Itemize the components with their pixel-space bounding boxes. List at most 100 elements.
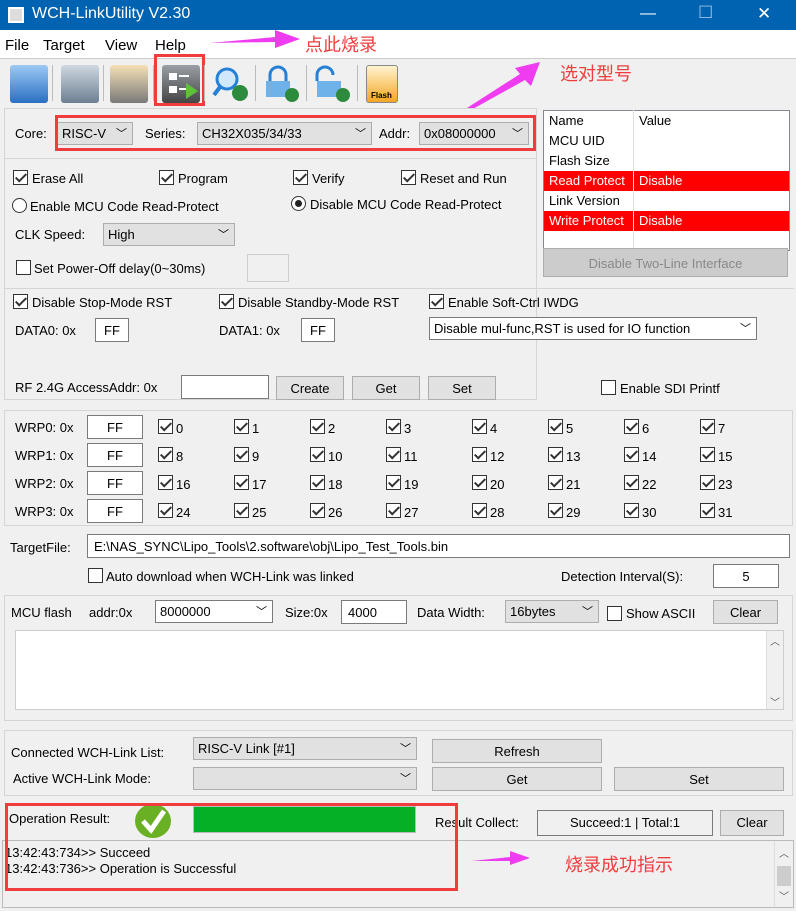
- wrp-sector-checkbox[interactable]: [548, 419, 563, 434]
- flash-size-input[interactable]: 4000: [341, 600, 407, 624]
- wrp-sector-checkbox[interactable]: [386, 475, 401, 490]
- wrp-sector-checkbox[interactable]: [548, 503, 563, 518]
- flash-addr-select[interactable]: 8000000 ﹀: [155, 600, 273, 623]
- rf-create-button[interactable]: Create: [276, 376, 344, 400]
- power-off-delay-input[interactable]: [247, 254, 289, 282]
- result-clear-button[interactable]: Clear: [720, 810, 784, 836]
- standby-rst-checkbox[interactable]: [219, 294, 234, 309]
- wrp-sector-checkbox[interactable]: [310, 475, 325, 490]
- wrp-input[interactable]: FF: [87, 443, 143, 467]
- wrp-sector-label: 3: [404, 421, 412, 436]
- log-scroll-thumb[interactable]: [777, 866, 791, 886]
- wrp-sector-checkbox[interactable]: [624, 475, 639, 490]
- wrp-sector-label: 10: [328, 449, 343, 464]
- show-ascii-checkbox[interactable]: [607, 606, 622, 621]
- wrp-sector-checkbox[interactable]: [472, 419, 487, 434]
- erase-all-label: Erase All: [32, 171, 84, 186]
- wrp-sector-checkbox[interactable]: [386, 447, 401, 462]
- interval-input[interactable]: 5: [713, 564, 779, 588]
- verify-checkbox[interactable]: [293, 170, 308, 185]
- rf-addr-input[interactable]: [181, 375, 269, 399]
- wrp-input[interactable]: FF: [87, 471, 143, 495]
- wrp-sector-checkbox[interactable]: [700, 447, 715, 462]
- rst-mode-select[interactable]: Disable mul-func,RST is used for IO func…: [429, 317, 757, 340]
- program-checkbox[interactable]: [159, 170, 174, 185]
- clk-speed-label: CLK Speed:: [15, 227, 86, 242]
- wrp-input[interactable]: FF: [87, 415, 143, 439]
- unlock-protect-icon[interactable]: [313, 65, 351, 103]
- wrp-input[interactable]: FF: [87, 499, 143, 523]
- minimize-button[interactable]: —: [640, 5, 656, 23]
- wrp-sector-checkbox[interactable]: [310, 419, 325, 434]
- wrp-sector-checkbox[interactable]: [234, 419, 249, 434]
- data0-input[interactable]: FF: [95, 318, 129, 342]
- wrp-sector-checkbox[interactable]: [700, 419, 715, 434]
- wrp-sector-label: 0: [176, 421, 184, 436]
- link-set-button[interactable]: Set: [614, 767, 784, 791]
- link-mode-select[interactable]: ﹀: [193, 767, 417, 790]
- auto-download-checkbox[interactable]: [88, 568, 103, 583]
- flash-clear-button[interactable]: Clear: [713, 600, 778, 624]
- read-chip-icon[interactable]: [110, 65, 148, 103]
- wrp-sector-checkbox[interactable]: [548, 447, 563, 462]
- wrp-sector-checkbox[interactable]: [386, 419, 401, 434]
- wrp-sector-checkbox[interactable]: [158, 475, 173, 490]
- wrp-sector-checkbox[interactable]: [158, 419, 173, 434]
- wrp-sector-label: 27: [404, 505, 419, 520]
- wrp-sector-checkbox[interactable]: [472, 447, 487, 462]
- clk-speed-select[interactable]: High ﹀: [103, 223, 235, 246]
- lock-protect-icon[interactable]: [262, 65, 300, 103]
- wrp-sector-checkbox[interactable]: [234, 503, 249, 518]
- wrp-sector-checkbox[interactable]: [310, 447, 325, 462]
- erase-all-checkbox[interactable]: [13, 170, 28, 185]
- reset-run-checkbox[interactable]: [401, 170, 416, 185]
- wrp-sector-checkbox[interactable]: [386, 503, 401, 518]
- target-config-icon[interactable]: [61, 65, 99, 103]
- wrp-sector-checkbox[interactable]: [472, 503, 487, 518]
- wrp-sector-checkbox[interactable]: [234, 475, 249, 490]
- query-info-icon[interactable]: [212, 65, 250, 103]
- program-label: Program: [178, 171, 228, 186]
- soft-iwdg-checkbox[interactable]: [429, 294, 444, 309]
- wrp-sector-checkbox[interactable]: [624, 447, 639, 462]
- open-file-icon[interactable]: [10, 65, 48, 103]
- menu-help[interactable]: Help: [155, 37, 186, 54]
- enable-read-protect-radio[interactable]: [12, 198, 27, 213]
- wrp-sector-checkbox[interactable]: [158, 447, 173, 462]
- sdi-printf-checkbox[interactable]: [601, 380, 616, 395]
- wrp-sector-checkbox[interactable]: [700, 475, 715, 490]
- disable-read-protect-radio[interactable]: [291, 196, 306, 211]
- power-off-checkbox[interactable]: [16, 260, 31, 275]
- auto-download-label: Auto download when WCH-Link was linked: [106, 569, 354, 584]
- wrp-sector-checkbox[interactable]: [624, 419, 639, 434]
- wrp-sector-checkbox[interactable]: [310, 503, 325, 518]
- rf-get-button[interactable]: Get: [352, 376, 420, 400]
- refresh-button[interactable]: Refresh: [432, 739, 602, 763]
- info-name: Flash Size: [543, 150, 634, 171]
- wrp-sector-checkbox[interactable]: [472, 475, 487, 490]
- wrp-sector-checkbox[interactable]: [624, 503, 639, 518]
- menu-target[interactable]: Target: [43, 37, 85, 54]
- flash-icon[interactable]: Flash: [366, 65, 398, 103]
- link-get-button[interactable]: Get: [432, 767, 602, 791]
- wrp-sector-checkbox[interactable]: [234, 447, 249, 462]
- log-scrollbar[interactable]: ︿ ﹀: [774, 841, 793, 907]
- menu-view[interactable]: View: [105, 37, 137, 54]
- target-file-input[interactable]: E:\NAS_SYNC\Lipo_Tools\2.software\obj\Li…: [87, 534, 790, 558]
- data-width-select[interactable]: 16bytes ﹀: [505, 600, 599, 623]
- data1-input[interactable]: FF: [301, 318, 335, 342]
- wrp-sector-checkbox[interactable]: [158, 503, 173, 518]
- disable-two-line-button[interactable]: Disable Two-Line Interface: [543, 248, 788, 277]
- maximize-button[interactable]: ☐: [698, 3, 713, 23]
- data-width-label: Data Width:: [417, 605, 485, 620]
- flash-scrollbar[interactable]: ︿ ﹀: [766, 631, 783, 709]
- link-list-select[interactable]: RISC-V Link [#1] ﹀: [193, 737, 417, 760]
- wrp-sector-checkbox[interactable]: [700, 503, 715, 518]
- flash-content-area[interactable]: ︿ ﹀: [15, 630, 784, 710]
- wrp-sector-checkbox[interactable]: [548, 475, 563, 490]
- rf-set-button[interactable]: Set: [428, 376, 496, 400]
- stop-rst-checkbox[interactable]: [13, 294, 28, 309]
- close-button[interactable]: ✕: [757, 4, 771, 24]
- menu-file[interactable]: File: [5, 37, 29, 54]
- disable-read-protect-label: Disable MCU Code Read-Protect: [310, 197, 502, 212]
